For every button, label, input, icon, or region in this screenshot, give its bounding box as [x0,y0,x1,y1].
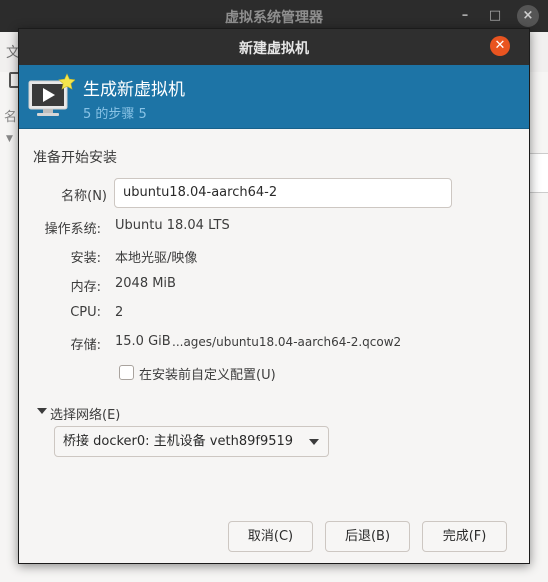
minimize-icon[interactable]: – [455,6,475,26]
memory-label: 内存: [70,280,101,295]
cpu-label: CPU: [70,305,101,320]
dialog-title: 新建虚拟机 [239,41,309,57]
dialog-content: 准备开始安装 名称(N) ubuntu18.04-aarch64-2 操作系统:… [19,129,529,565]
finish-button[interactable]: 完成(F) [422,521,507,552]
network-expander-label[interactable]: 选择网络(E) [50,404,120,423]
install-label: 安装: [70,251,101,266]
os-label: 操作系统: [44,222,101,237]
cancel-button[interactable]: 取消(C) [228,521,313,552]
wizard-step: 5 的步骤 5 [83,107,147,122]
name-label: 名称(N) [61,189,107,204]
dialog-titlebar: 新建虚拟机 ✕ [19,29,529,65]
virtual-machine-icon [28,73,75,116]
storage-path: ...ages/ubuntu18.04-aarch64-2.qcow2 [172,335,402,349]
memory-value: 2048 MiB [115,276,176,291]
customize-checkbox-label[interactable]: 在安装前自定义配置(U) [139,364,276,383]
section-title: 准备开始安装 [33,150,117,166]
os-value: Ubuntu 18.04 LTS [115,218,230,233]
cpu-value: 2 [115,305,124,320]
chevron-down-icon [309,439,319,445]
maximize-icon[interactable]: □ [485,6,505,26]
install-value: 本地光驱/映像 [115,251,198,266]
new-vm-dialog: 新建虚拟机 ✕ 生成新虚拟机 5 的步骤 5 准备开始安装 名称(N) ubun… [18,28,530,564]
customize-checkbox[interactable] [119,365,134,380]
close-icon[interactable]: × [517,5,539,27]
network-select[interactable]: 桥接 docker0: 主机设备 veth89f9519 [54,426,329,457]
wizard-title: 生成新虚拟机 [83,80,185,100]
storage-size: 15.0 GiB [115,334,171,349]
network-select-value: 桥接 docker0: 主机设备 veth89f9519 [63,434,294,449]
vm-name-input[interactable]: ubuntu18.04-aarch64-2 [114,178,452,208]
wizard-banner: 生成新虚拟机 5 的步骤 5 [19,65,529,129]
tree-expander-icon[interactable]: ▼ [6,134,13,144]
back-button[interactable]: 后退(B) [325,521,410,552]
storage-label: 存储: [70,338,101,353]
close-icon[interactable]: ✕ [490,36,510,56]
column-header-name[interactable]: 名 [4,106,17,125]
expander-arrow-icon[interactable] [37,408,47,414]
